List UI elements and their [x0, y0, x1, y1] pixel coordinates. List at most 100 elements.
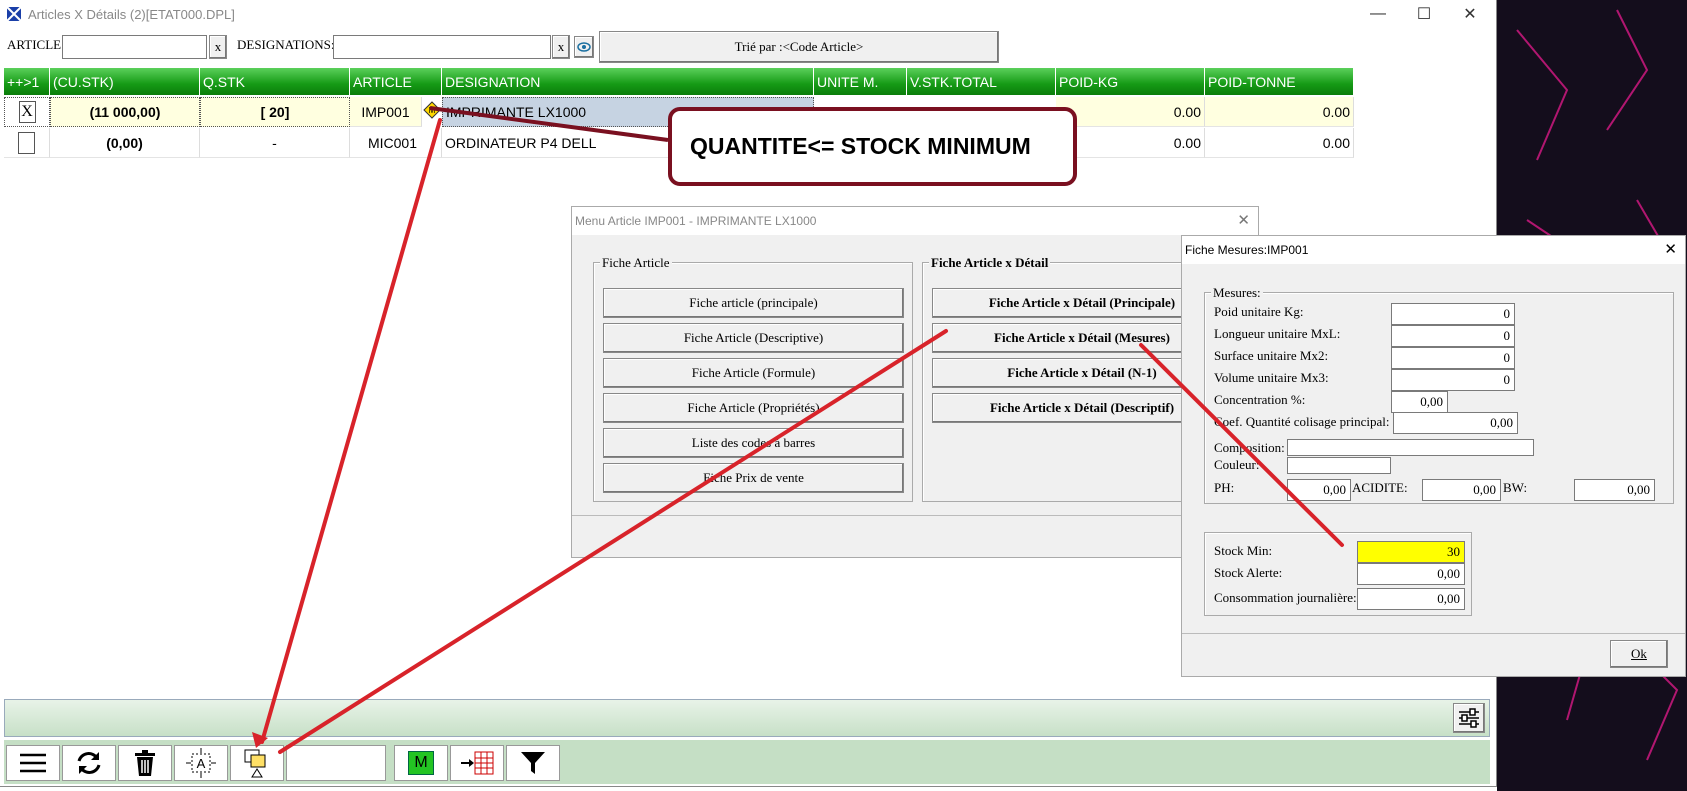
- empty-toolbar-slot[interactable]: [286, 745, 386, 781]
- designations-filter-clear-button[interactable]: x: [552, 35, 570, 59]
- col-header-cu-stk[interactable]: (CU.STK): [50, 68, 200, 95]
- col-header-v-stk-total[interactable]: V.STK.TOTAL: [907, 68, 1056, 95]
- bw-label: BW:: [1503, 480, 1528, 495]
- export-grid-icon: [461, 751, 494, 775]
- eye-icon: [577, 42, 591, 52]
- designations-filter-input[interactable]: [333, 35, 551, 59]
- col-header-unite[interactable]: UNITE M.: [814, 68, 907, 95]
- menu-button[interactable]: [6, 745, 60, 781]
- longueur-input[interactable]: 0: [1391, 325, 1515, 347]
- stock-warning-icon: M: [423, 101, 441, 119]
- cell-article: MIC001: [350, 128, 442, 158]
- cell-poid-tonne: 0.00: [1205, 97, 1354, 127]
- dialog-divider: [572, 515, 1258, 516]
- stock-min-input[interactable]: 30: [1357, 541, 1465, 563]
- poid-input[interactable]: 0: [1391, 303, 1515, 325]
- export-grid-button[interactable]: [450, 745, 504, 781]
- article-filter-clear-button[interactable]: x: [209, 35, 227, 59]
- app-icon: [6, 6, 22, 22]
- mesures-dialog-close-icon[interactable]: ✕: [1664, 240, 1677, 258]
- trash-icon: [135, 750, 155, 776]
- refresh-button[interactable]: [62, 745, 116, 781]
- conso-input[interactable]: 0,00: [1357, 588, 1465, 610]
- row-checkbox[interactable]: [4, 128, 50, 158]
- col-header-select[interactable]: ++>1: [4, 68, 50, 95]
- cell-article: IMP001: [350, 97, 422, 127]
- sliders-icon: [1459, 708, 1479, 728]
- cell-q-stk: [ 20]: [200, 97, 350, 127]
- coef-label: Coef. Quantité colisage principal:: [1214, 414, 1390, 429]
- volume-input[interactable]: 0: [1391, 369, 1515, 391]
- composition-input[interactable]: [1287, 439, 1534, 456]
- row-checkbox[interactable]: X: [4, 97, 50, 127]
- menu-article-dialog: Menu Article IMP001 - IMPRIMANTE LX1000 …: [571, 206, 1259, 558]
- ph-label: PH:: [1214, 480, 1235, 495]
- col-header-designation[interactable]: DESIGNATION: [442, 68, 814, 95]
- codes-barres-button[interactable]: Liste des codes à barres: [603, 428, 904, 458]
- couleur-input[interactable]: [1287, 457, 1391, 474]
- fiche-article-group-title: Fiche Article: [600, 255, 672, 271]
- eye-button[interactable]: [574, 36, 594, 58]
- mesures-divider: [1182, 633, 1685, 634]
- cell-cu-stk: (11 000,00): [50, 97, 200, 127]
- mesures-group-title: Mesures:: [1211, 285, 1263, 301]
- fiche-detail-group-title: Fiche Article x Détail: [929, 255, 1051, 271]
- poid-label: Poid unitaire Kg:: [1214, 304, 1304, 319]
- acidite-input[interactable]: 0,00: [1422, 479, 1501, 501]
- designations-filter-label: DESIGNATIONS:: [237, 37, 335, 52]
- maximize-button[interactable]: ☐: [1401, 0, 1447, 28]
- concentration-label: Concentration %:: [1214, 392, 1306, 407]
- surface-label: Surface unitaire Mx2:: [1214, 348, 1329, 363]
- settings-sliders-button[interactable]: [1453, 703, 1485, 733]
- coef-input[interactable]: 0,00: [1393, 412, 1518, 434]
- acidite-label: ACIDITE:: [1352, 480, 1408, 495]
- title-bar: Articles X Détails (2)[ETAT000.DPL] — ☐ …: [0, 0, 1496, 28]
- article-filter-input[interactable]: [62, 35, 207, 59]
- fiche-article-proprietes-button[interactable]: Fiche Article (Propriétés): [603, 393, 904, 423]
- cell-poid-kg: 0.00: [1056, 128, 1205, 158]
- m-icon: M: [408, 751, 434, 775]
- refresh-icon: [77, 752, 101, 774]
- stock-alerte-label: Stock Alerte:: [1214, 565, 1283, 580]
- surface-input[interactable]: 0: [1391, 347, 1515, 369]
- svg-text:A: A: [197, 756, 206, 771]
- sort-button[interactable]: Trié par :<Code Article>: [599, 31, 999, 63]
- svg-text:M: M: [429, 106, 436, 115]
- fiche-article-formule-button[interactable]: Fiche Article (Formule): [603, 358, 904, 388]
- bw-input[interactable]: 0,00: [1574, 479, 1655, 501]
- delete-button[interactable]: [118, 745, 172, 781]
- article-filter-label: ARTICLE:: [7, 37, 65, 52]
- details-button[interactable]: [230, 745, 284, 781]
- fiche-mesures-dialog: Fiche Mesures:IMP001 ✕ Mesures: Poid uni…: [1181, 235, 1686, 677]
- ph-input[interactable]: 0,00: [1287, 479, 1351, 501]
- filter-button[interactable]: [506, 745, 560, 781]
- close-button[interactable]: ✕: [1447, 0, 1493, 28]
- fiche-article-group: Fiche Article Fiche article (principale)…: [593, 255, 913, 502]
- fiche-article-descriptive-button[interactable]: Fiche Article (Descriptive): [603, 323, 904, 353]
- m-button[interactable]: M: [394, 745, 448, 781]
- fiche-article-principale-button[interactable]: Fiche article (principale): [603, 288, 904, 318]
- concentration-input[interactable]: 0,00: [1391, 391, 1448, 413]
- composition-label: Composition:: [1214, 440, 1285, 455]
- minimize-button[interactable]: —: [1355, 0, 1401, 28]
- window-title: Articles X Détails (2)[ETAT000.DPL]: [28, 6, 235, 22]
- windows-stack-icon: [244, 749, 266, 778]
- col-header-poid-kg[interactable]: POID-KG: [1056, 68, 1205, 95]
- col-header-q-stk[interactable]: Q.STK: [200, 68, 350, 95]
- prix-vente-button[interactable]: Fiche Prix de vente: [603, 463, 904, 493]
- ok-button[interactable]: Ok: [1610, 640, 1668, 668]
- menu-dialog-close-icon[interactable]: ✕: [1237, 211, 1250, 229]
- cell-q-stk: -: [200, 128, 350, 158]
- filter-funnel-icon: [521, 752, 545, 774]
- cell-poid-tonne: 0.00: [1205, 128, 1354, 158]
- col-header-article[interactable]: ARTICLE: [350, 68, 442, 95]
- stock-min-label: Stock Min:: [1214, 543, 1273, 558]
- article-button[interactable]: A: [174, 745, 228, 781]
- col-header-poid-tonne[interactable]: POID-TONNE: [1205, 68, 1354, 95]
- volume-label: Volume unitaire Mx3:: [1214, 370, 1329, 385]
- cell-poid-kg: 0.00: [1056, 97, 1205, 127]
- cell-cu-stk: (0,00): [50, 128, 200, 158]
- article-frame-icon: A: [186, 748, 216, 778]
- mesures-dialog-title: Fiche Mesures:IMP001: [1182, 236, 1685, 264]
- stock-alerte-input[interactable]: 0,00: [1357, 563, 1465, 585]
